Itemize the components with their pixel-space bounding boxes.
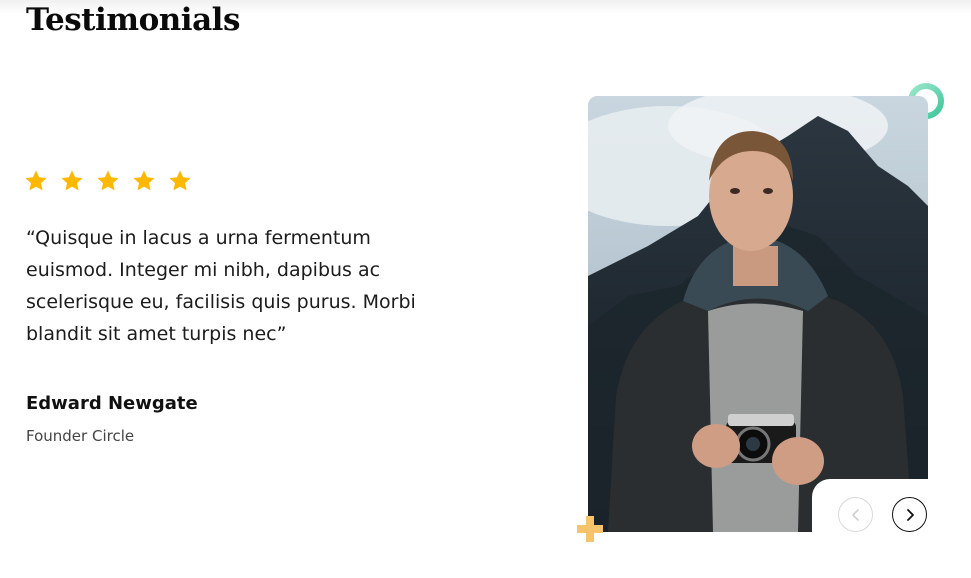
plus-decoration-icon bbox=[577, 516, 603, 542]
star-rating bbox=[24, 169, 192, 193]
author-role: Founder Circle bbox=[26, 427, 135, 445]
person-with-camera-image bbox=[588, 96, 928, 532]
star-icon bbox=[97, 170, 119, 191]
slider-nav-panel bbox=[812, 479, 971, 559]
chevron-right-icon bbox=[906, 508, 914, 521]
star-icon bbox=[61, 170, 83, 191]
star-icon bbox=[169, 170, 191, 191]
testimonial-photo bbox=[588, 96, 928, 532]
previous-slide-button[interactable] bbox=[838, 497, 873, 532]
star-icon bbox=[133, 170, 155, 191]
chevron-left-icon bbox=[851, 508, 859, 521]
star-icon bbox=[25, 170, 47, 191]
next-slide-button[interactable] bbox=[892, 497, 927, 532]
author-name: Edward Newgate bbox=[26, 393, 198, 414]
testimonial-quote: “Quisque in lacus a urna fermentum euism… bbox=[26, 227, 416, 345]
section-title: Testimonials bbox=[26, 2, 240, 38]
